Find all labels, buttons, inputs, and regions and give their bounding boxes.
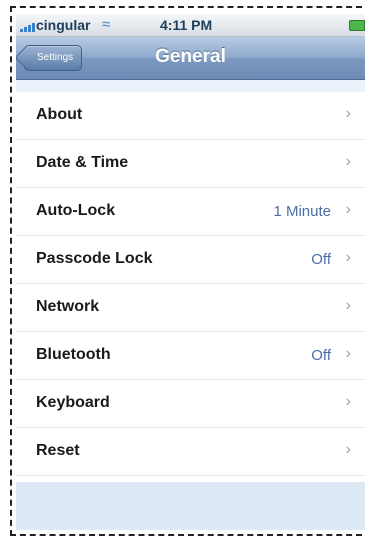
row-about[interactable]: About › bbox=[16, 92, 365, 140]
carrier-name: cingular bbox=[36, 17, 91, 33]
row-reset[interactable]: Reset › bbox=[16, 428, 365, 476]
phone-screen: cingular ≈ 4:11 PM Settings General Abou… bbox=[16, 14, 365, 530]
row-label: Date & Time bbox=[36, 154, 129, 171]
page-title: General bbox=[155, 46, 226, 67]
row-bluetooth[interactable]: Bluetooth Off › bbox=[16, 332, 365, 380]
navigation-bar: Settings General bbox=[16, 37, 365, 80]
chevron-right-icon: › bbox=[345, 153, 351, 170]
row-value: 1 Minute bbox=[273, 203, 331, 220]
row-date-time[interactable]: Date & Time › bbox=[16, 140, 365, 188]
row-passcode-lock[interactable]: Passcode Lock Off › bbox=[16, 236, 365, 284]
chevron-right-icon: › bbox=[345, 297, 351, 314]
row-label: Keyboard bbox=[36, 394, 110, 411]
row-network[interactable]: Network › bbox=[16, 284, 365, 332]
chevron-right-icon: › bbox=[345, 105, 351, 122]
list-footer-background bbox=[16, 482, 365, 530]
row-value: Off bbox=[311, 251, 331, 268]
signal-icon bbox=[20, 22, 36, 32]
chevron-right-icon: › bbox=[345, 345, 351, 362]
clock: 4:11 PM bbox=[160, 17, 213, 33]
row-label: About bbox=[36, 106, 83, 123]
wifi-icon: ≈ bbox=[102, 16, 111, 33]
status-bar: cingular ≈ 4:11 PM bbox=[16, 14, 365, 37]
row-keyboard[interactable]: Keyboard › bbox=[16, 380, 365, 428]
chevron-right-icon: › bbox=[345, 393, 351, 410]
row-label: Bluetooth bbox=[36, 346, 111, 363]
row-value: Off bbox=[311, 347, 331, 364]
chevron-right-icon: › bbox=[345, 201, 351, 218]
battery-icon bbox=[349, 20, 365, 31]
settings-list: About › Date & Time › Auto-Lock 1 Minute… bbox=[16, 92, 365, 482]
row-auto-lock[interactable]: Auto-Lock 1 Minute › bbox=[16, 188, 365, 236]
row-label: Auto-Lock bbox=[36, 202, 116, 219]
chevron-right-icon: › bbox=[345, 249, 351, 266]
row-label: Reset bbox=[36, 442, 80, 459]
row-label: Network bbox=[36, 298, 100, 315]
row-label: Passcode Lock bbox=[36, 250, 153, 267]
chevron-right-icon: › bbox=[345, 441, 351, 458]
